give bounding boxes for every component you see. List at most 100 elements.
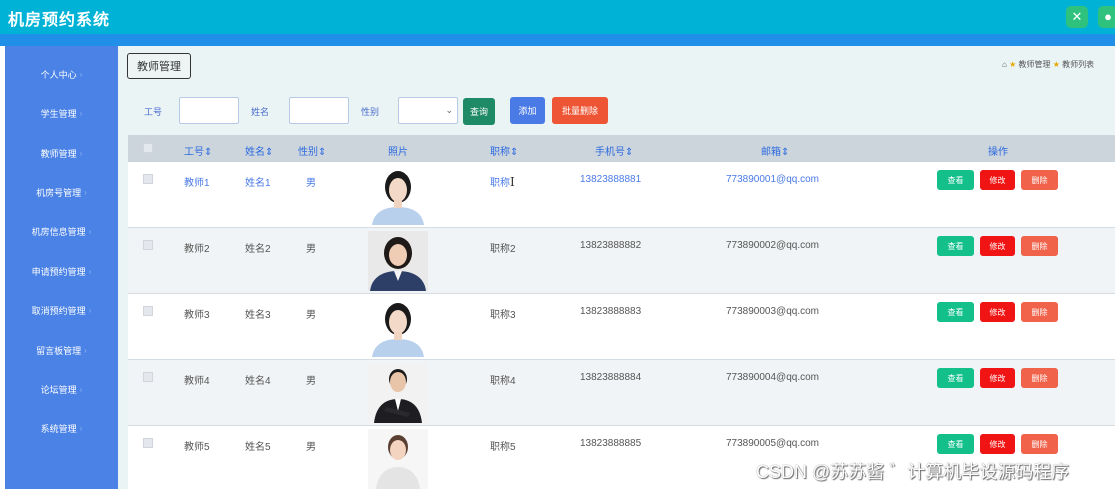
cell-gender: 男: [306, 310, 316, 321]
teacher-photo: [368, 297, 428, 357]
name-input[interactable]: [289, 97, 349, 124]
row-checkbox[interactable]: [143, 240, 153, 250]
chevron-icon: ›: [88, 267, 92, 276]
th-actions: 操作: [988, 147, 1008, 158]
cell-name: 姓名4: [245, 376, 271, 387]
top-bar: 机房预约系统 ✕ ●: [0, 0, 1115, 34]
batch-delete-button[interactable]: 批量删除: [552, 97, 608, 124]
employee-no-label: 工号: [144, 107, 163, 117]
teacher-photo: [368, 231, 428, 291]
cell-gender: 男: [306, 244, 316, 255]
cell-email: 773890002@qq.com: [726, 240, 819, 251]
cell-employee-no: 教师5: [184, 442, 210, 453]
cell-phone: 13823888885: [580, 438, 642, 449]
gender-label: 性别: [361, 107, 380, 117]
delete-button[interactable]: 删除: [1021, 368, 1058, 388]
sidebar-item-personal-center[interactable]: 个人中心 ›: [5, 55, 118, 94]
select-all-checkbox[interactable]: [143, 143, 153, 153]
cell-name: 姓名3: [245, 310, 271, 321]
top-bar-strip: [0, 34, 1115, 46]
row-checkbox[interactable]: [143, 174, 153, 184]
chevron-icon: ›: [84, 346, 87, 355]
sort-icon: ⇕: [781, 147, 790, 158]
delete-button[interactable]: 删除: [1021, 434, 1058, 454]
row-checkbox[interactable]: [143, 306, 153, 316]
table-row[interactable]: 教师4 姓名4 男 职称4 13823888884 773890004@qq.c…: [128, 360, 1115, 426]
table-row[interactable]: 教师2 姓名2 男 职称2 13823888882 773890002@qq.c…: [128, 228, 1115, 294]
th-title[interactable]: 职称⇕: [490, 143, 518, 158]
table-row[interactable]: 教师3 姓名3 男 职称3 13823888883 773890003@qq.c…: [128, 294, 1115, 360]
table-header: 工号⇕ 姓名⇕ 性别⇕ 照片 职称⇕ 手机号⇕ 邮箱⇕ 操作: [128, 135, 1115, 162]
app-title: 机房预约系统: [8, 12, 111, 29]
sidebar-item-system[interactable]: 系统管理 ›: [5, 409, 118, 448]
portrait-woman-icon: [368, 297, 428, 357]
add-button[interactable]: 添加: [510, 97, 545, 124]
chevron-icon: ›: [79, 109, 83, 118]
portrait-woman-dress-icon: [368, 429, 428, 489]
employee-no-input[interactable]: [179, 97, 239, 124]
sort-icon: ⇕: [510, 147, 519, 158]
row-checkbox[interactable]: [143, 438, 153, 448]
portrait-man-suit-icon: [368, 363, 428, 423]
sidebar-item-teachers[interactable]: 教师管理 ›: [5, 134, 118, 173]
cell-employee-no: 教师4: [184, 376, 210, 387]
cell-employee-no: 教师3: [184, 310, 210, 321]
name-label: 姓名: [251, 107, 270, 117]
sidebar-item-forum[interactable]: 论坛管理 ›: [5, 370, 118, 409]
th-phone[interactable]: 手机号⇕: [595, 143, 633, 158]
gender-select[interactable]: ⌄: [398, 97, 458, 124]
portrait-woman-icon: [368, 165, 428, 225]
table-row[interactable]: 教师1 姓名1 男 职称I 13823888881 773890001@qq.c…: [128, 162, 1115, 228]
teacher-photo: [368, 165, 428, 225]
cell-email: 773890003@qq.com: [726, 306, 819, 317]
view-button[interactable]: 查看: [937, 236, 974, 256]
edit-button[interactable]: 修改: [980, 302, 1015, 322]
cell-gender: 男: [306, 178, 316, 189]
view-button[interactable]: 查看: [937, 170, 974, 190]
th-gender[interactable]: 性别⇕: [298, 143, 326, 158]
cell-phone: 13823888883: [580, 306, 642, 317]
delete-button[interactable]: 删除: [1021, 236, 1058, 256]
th-email[interactable]: 邮箱⇕: [761, 143, 789, 158]
cell-title: 职称4: [490, 376, 516, 387]
edit-button[interactable]: 修改: [980, 368, 1015, 388]
row-checkbox[interactable]: [143, 372, 153, 382]
sidebar-item-message-board[interactable]: 留言板管理 ›: [5, 331, 118, 370]
sidebar-item-room-info[interactable]: 机房信息管理 ›: [5, 212, 118, 251]
cell-name: 姓名1: [245, 178, 271, 189]
delete-button[interactable]: 删除: [1021, 302, 1058, 322]
view-button[interactable]: 查看: [937, 302, 974, 322]
fullscreen-icon[interactable]: ✕: [1066, 6, 1088, 28]
cell-title: 职称I: [490, 175, 515, 189]
th-name[interactable]: 姓名⇕: [245, 143, 273, 158]
edit-button[interactable]: 修改: [980, 434, 1015, 454]
chevron-icon: ›: [79, 149, 83, 158]
sort-icon: ⇕: [318, 147, 327, 158]
query-button[interactable]: 查询: [463, 98, 495, 125]
sort-icon: ⇕: [204, 147, 213, 158]
view-button[interactable]: 查看: [937, 434, 974, 454]
chevron-icon: ›: [79, 424, 83, 433]
portrait-woman-suit-icon: [368, 231, 428, 291]
breadcrumb: ⌂ ★ 教师管理 ★ 教师列表: [1002, 59, 1094, 70]
home-icon[interactable]: ⌂: [1002, 60, 1007, 69]
teacher-photo: [368, 363, 428, 423]
sidebar-item-students[interactable]: 学生管理 ›: [5, 94, 118, 133]
view-button[interactable]: 查看: [937, 368, 974, 388]
cell-title: 职称2: [490, 244, 516, 255]
edit-button[interactable]: 修改: [980, 236, 1015, 256]
tab-teacher-management[interactable]: 教师管理: [127, 53, 191, 79]
breadcrumb-item-teacher-management[interactable]: 教师管理: [1018, 60, 1050, 69]
edit-button[interactable]: 修改: [980, 170, 1015, 190]
sidebar-item-room-numbers[interactable]: 机房号管理 ›: [5, 173, 118, 212]
sidebar-item-cancellations[interactable]: 取消预约管理 ›: [5, 291, 118, 330]
th-employee-no[interactable]: 工号⇕: [184, 143, 212, 158]
delete-button[interactable]: 删除: [1021, 170, 1058, 190]
cell-name: 姓名5: [245, 442, 271, 453]
cell-title: 职称3: [490, 310, 516, 321]
sidebar-item-reservations[interactable]: 申请预约管理 ›: [5, 252, 118, 291]
sidebar: 个人中心 › 学生管理 › 教师管理 › 机房号管理 › 机房信息管理 › 申请预约管理 ›…: [5, 46, 118, 489]
user-icon[interactable]: ●: [1098, 6, 1115, 28]
cell-phone: 13823888882: [580, 240, 642, 251]
cell-phone: 13823888881: [580, 174, 642, 185]
